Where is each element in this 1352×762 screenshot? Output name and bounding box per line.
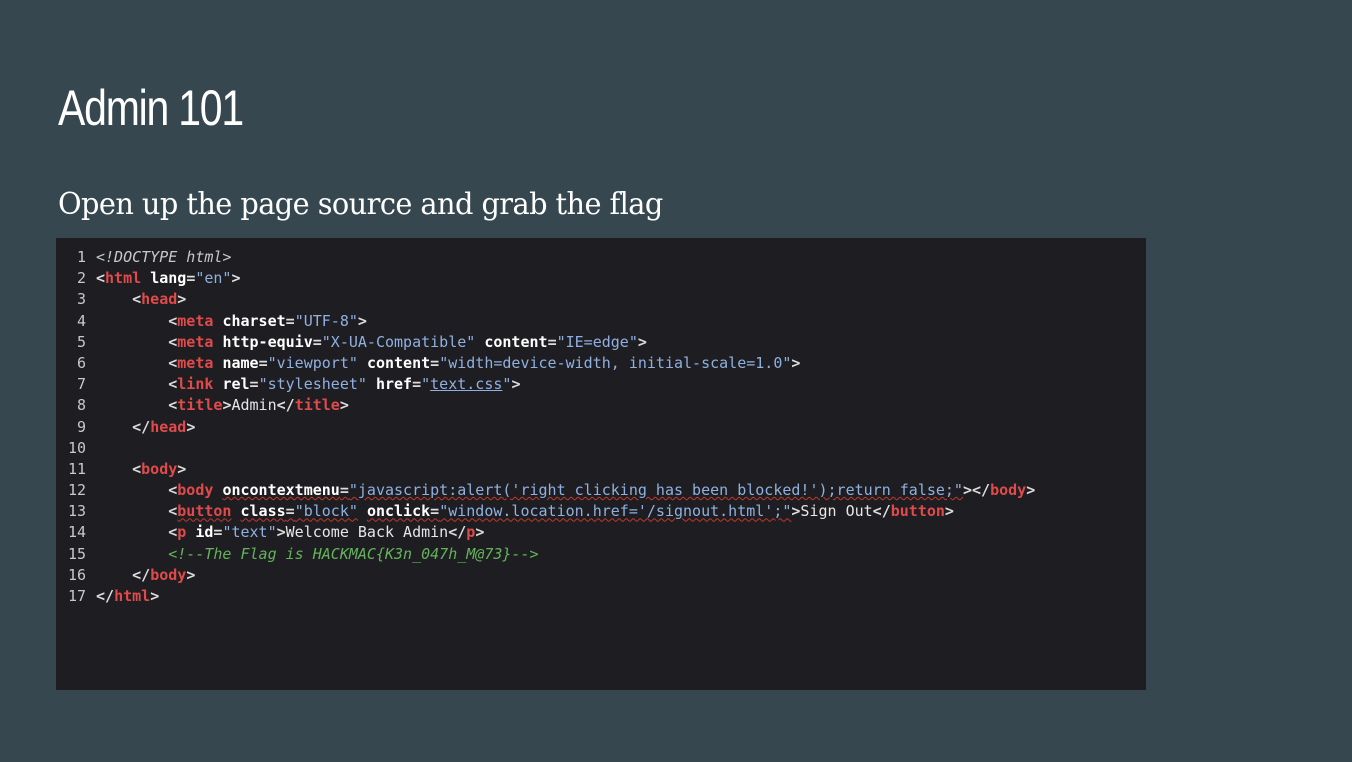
code-line: 10: [56, 438, 1146, 459]
attr-name: class: [240, 502, 286, 521]
attr-value: "width=device-width, initial-scale=1.0": [439, 353, 792, 372]
flag-comment: <!--The Flag is HACKMAC{K3n_047h_M@73}--…: [168, 544, 539, 563]
attr-name: content: [484, 332, 548, 351]
line-number: 2: [76, 269, 86, 288]
tag-name: link: [177, 375, 214, 394]
line-number: 16: [67, 565, 86, 584]
code-line: 17 </html>: [56, 586, 1146, 607]
line-number: 10: [67, 438, 86, 457]
tag-name: p: [177, 523, 187, 542]
code-line: 11 <body>: [56, 459, 1146, 480]
attr-value: "block": [294, 502, 358, 521]
stylesheet-link[interactable]: text.css: [430, 375, 502, 393]
attr-value: "javascript:alert('right clicking has be…: [348, 481, 963, 500]
tag-name: button: [890, 502, 945, 521]
code-line: 2 <html lang="en">: [56, 268, 1146, 289]
attr-name: onclick: [366, 502, 431, 521]
source-code-screenshot: 1 <!DOCTYPE html> 2 <html lang="en"> 3 <he…: [56, 238, 1146, 690]
line-number: 13: [67, 502, 86, 521]
tag-name: meta: [177, 353, 214, 372]
tag-name: meta: [177, 311, 214, 330]
code-line: 1 <!DOCTYPE html>: [56, 247, 1146, 268]
attr-value: "X-UA-Compatible": [321, 332, 476, 351]
line-number: 6: [76, 353, 86, 372]
paragraph-text: Welcome Back Admin: [285, 523, 449, 542]
code-line: 6 <meta name="viewport" content="width=d…: [56, 353, 1146, 374]
tag-name: p: [466, 523, 476, 542]
code-line: 15 <!--The Flag is HACKMAC{K3n_047h_M@73…: [56, 544, 1146, 565]
attr-name: http-equiv: [222, 332, 313, 351]
code-line: 7 <link rel="stylesheet" href="text.css"…: [56, 374, 1146, 395]
attr-name: href: [375, 375, 413, 394]
tag-name: html: [105, 269, 142, 288]
code-line: 14 <p id="text">Welcome Back Admin</p>: [56, 522, 1146, 543]
code-line: 3 <head>: [56, 289, 1146, 310]
attr-name: rel: [222, 375, 250, 394]
code-line: 12 <body oncontextmenu="javascript:alert…: [56, 480, 1146, 501]
code-line: 9 </head>: [56, 417, 1146, 438]
line-number: 3: [76, 290, 86, 309]
attr-value: "IE=edge": [556, 332, 638, 351]
code-line: 5 <meta http-equiv="X-UA-Compatible" con…: [56, 332, 1146, 353]
line-number: 5: [76, 332, 86, 351]
attr-name: charset: [222, 311, 286, 330]
attr-value: "text": [222, 523, 277, 542]
tag-name: html: [114, 587, 151, 605]
code-line: 8 <title>Admin</title>: [56, 395, 1146, 416]
attr-value: "viewport": [267, 353, 358, 372]
slide-title: Admin 101: [58, 80, 244, 136]
tag-name: body: [141, 459, 178, 478]
tag-name: head: [141, 290, 178, 309]
tag-name: button: [177, 502, 232, 521]
line-number: 15: [67, 544, 86, 563]
line-number: 7: [76, 375, 86, 394]
attr-name: id: [195, 523, 214, 542]
slide-subtitle: Open up the page source and grab the fla…: [58, 187, 663, 222]
button-text: Sign Out: [800, 502, 873, 521]
attr-name: name: [222, 353, 259, 372]
attr-name: oncontextmenu: [222, 481, 340, 500]
tag-name: body: [990, 481, 1027, 500]
tag-name: title: [177, 396, 223, 415]
code-line: 16 </body>: [56, 565, 1146, 586]
line-number: 11: [67, 459, 86, 478]
attr-value: "en": [195, 269, 232, 288]
line-number: 14: [67, 523, 86, 542]
line-number: 1: [76, 248, 86, 266]
attr-name: lang: [150, 269, 187, 288]
doctype: <!DOCTYPE html>: [96, 248, 232, 266]
line-number: 17: [67, 587, 86, 605]
line-number: 9: [76, 417, 86, 436]
code-line: 4 <meta charset="UTF-8">: [56, 311, 1146, 332]
code-line: 13 <button class="block" onclick="window…: [56, 501, 1146, 522]
line-number: 8: [76, 396, 86, 415]
line-number: 4: [76, 311, 86, 330]
tag-name: title: [294, 396, 340, 415]
attr-value: "window.location.href='/signout.html';": [439, 502, 792, 521]
attr-value: "UTF-8": [294, 311, 358, 330]
line-number: 12: [67, 481, 86, 500]
attr-value: "stylesheet": [258, 375, 367, 394]
tag-name: body: [150, 565, 187, 584]
title-text: Admin: [231, 396, 277, 415]
attr-name: content: [366, 353, 431, 372]
tag-name: head: [150, 417, 187, 436]
tag-name: body: [177, 481, 214, 500]
tag-name: meta: [177, 332, 214, 351]
